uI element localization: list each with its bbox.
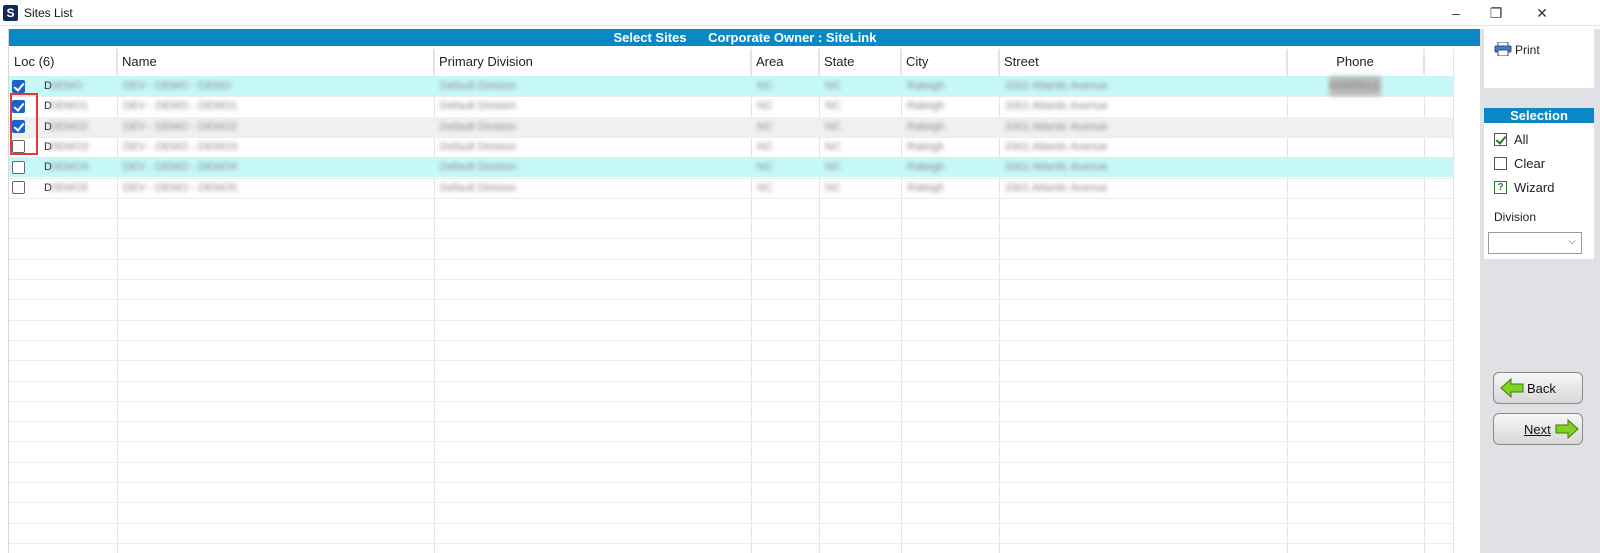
grid-row-divider [9, 461, 1453, 463]
cell-name: DEV - DEMO - DEMO1 [123, 100, 238, 113]
cell-city: Raleigh [907, 80, 945, 92]
grid-row-divider [9, 441, 1453, 443]
cell-name: DEV - DEMO - DEMO4 [123, 161, 238, 174]
grid-row-divider [9, 339, 1453, 341]
cell-state: NC [825, 100, 841, 113]
row-checkbox[interactable] [12, 160, 25, 174]
selection-title: Selection [1484, 108, 1594, 123]
grid-row-divider [9, 482, 1453, 483]
back-button[interactable]: Back [1493, 372, 1583, 404]
cell-state: NC [825, 181, 841, 194]
column-header-area[interactable]: Area [751, 49, 819, 74]
right-sidebar: Print Selection All Clear ? Wizard Divis… [1480, 29, 1600, 553]
column-header-street[interactable]: Street [999, 49, 1287, 74]
grid-row-divider [9, 299, 1453, 301]
chevron-down-icon: ⌵ [1568, 236, 1576, 247]
cell-phone: 9195551234 [1329, 76, 1381, 96]
checked-rows-highlight [10, 93, 38, 155]
column-header-name[interactable]: Name [117, 49, 434, 74]
column-header-state[interactable]: State [819, 49, 901, 74]
cell-division: Default Division [440, 181, 517, 194]
sites-grid: Loc (6) Name Primary Division Area State City… [9, 49, 1481, 553]
close-button[interactable]: ✕ [1522, 3, 1562, 23]
cell-area: NC [757, 100, 773, 113]
print-panel: Print [1484, 29, 1594, 88]
cell-division: Default Division [440, 140, 517, 153]
restore-button[interactable]: ❐ [1476, 3, 1516, 23]
grid-row-divider [9, 258, 1453, 260]
wizard-label: Wizard [1514, 180, 1555, 195]
grid-row-divider [9, 279, 1453, 280]
division-label: Division [1494, 210, 1537, 224]
back-label: Back [1527, 381, 1556, 396]
clear-box-icon [1494, 157, 1507, 170]
cell-street: 3301 Atlantic Avenue [1005, 140, 1108, 153]
cell-area: NC [757, 181, 773, 194]
clear-label: Clear [1514, 156, 1546, 171]
cell-state: NC [825, 80, 841, 92]
cell-state: NC [825, 161, 841, 174]
printer-icon [1494, 42, 1512, 56]
grid-row-divider [9, 502, 1453, 504]
sites-panel: Select Sites Corporate Owner : SiteLink … [8, 29, 1481, 553]
selection-panel: Selection All Clear ? Wizard Division ⌵ [1484, 108, 1594, 259]
cell-street: 3301 Atlantic Avenue [1005, 181, 1108, 194]
print-label: Print [1515, 43, 1540, 57]
cell-city: Raleigh [907, 100, 945, 113]
title-bar: S Sites List – ❐ ✕ [0, 0, 1600, 26]
grid-row-divider [9, 238, 1453, 240]
cell-division: Default Division [440, 100, 517, 113]
select-sites-banner: Select Sites Corporate Owner : SiteLink [9, 29, 1481, 46]
row-checkbox[interactable] [12, 181, 25, 194]
grid-row-divider [9, 218, 1453, 220]
cell-state: NC [825, 140, 841, 153]
cell-area: NC [757, 120, 773, 133]
grid-row-divider [9, 400, 1453, 402]
cell-name: DEV - DEMO - DEMO2 [123, 120, 238, 133]
grid-row-divider [9, 197, 1453, 199]
cell-street: 3301 Atlantic Avenue [1005, 100, 1108, 113]
cell-city: Raleigh [907, 120, 945, 133]
cell-area: NC [757, 140, 773, 153]
cell-state: NC [825, 120, 841, 133]
column-header-division[interactable]: Primary Division [434, 49, 751, 74]
window-title: Sites List [24, 6, 73, 20]
grid-row-divider [9, 319, 1453, 321]
grid-row-divider [9, 380, 1453, 382]
row-checkbox[interactable] [12, 79, 25, 93]
cell-street: 3301 Atlantic Avenue [1005, 80, 1108, 92]
cell-name: DEV - DEMO - DEMO [123, 80, 232, 92]
column-header-city[interactable]: City [901, 49, 999, 74]
column-header-loc[interactable]: Loc (6) [9, 49, 117, 74]
cell-city: Raleigh [907, 140, 945, 153]
cell-area: NC [757, 80, 773, 92]
cell-city: Raleigh [907, 181, 945, 194]
grid-row-divider [9, 522, 1453, 524]
cell-street: 3301 Atlantic Avenue [1005, 120, 1108, 133]
cell-name: DEV - DEMO - DEMO3 [123, 140, 238, 153]
grid-row-divider [9, 360, 1453, 362]
all-check-icon [1494, 133, 1507, 146]
grid-row-divider [9, 542, 1453, 544]
cell-city: Raleigh [907, 161, 945, 174]
minimize-button[interactable]: – [1436, 3, 1476, 23]
arrow-left-icon [1500, 378, 1524, 398]
grid-column-divider [1453, 49, 1454, 553]
division-dropdown[interactable]: ⌵ [1488, 232, 1582, 254]
cell-division: Default Division [440, 80, 517, 92]
next-label: Next [1524, 422, 1551, 437]
cell-name: DEV - DEMO - DEMO5 [123, 181, 238, 194]
arrow-right-icon [1555, 419, 1579, 439]
column-header-phone[interactable]: Phone [1287, 49, 1424, 74]
app-icon: S [3, 5, 18, 21]
cell-street: 3301 Atlantic Avenue [1005, 161, 1108, 174]
grid-row-divider [9, 421, 1453, 423]
print-button[interactable]: Print [1484, 29, 1594, 69]
cell-area: NC [757, 161, 773, 174]
select-all-label: All [1514, 132, 1529, 147]
cell-division: Default Division [440, 120, 517, 133]
cell-division: Default Division [440, 161, 517, 174]
wizard-question-icon: ? [1494, 181, 1507, 194]
next-button[interactable]: Next [1493, 413, 1583, 445]
